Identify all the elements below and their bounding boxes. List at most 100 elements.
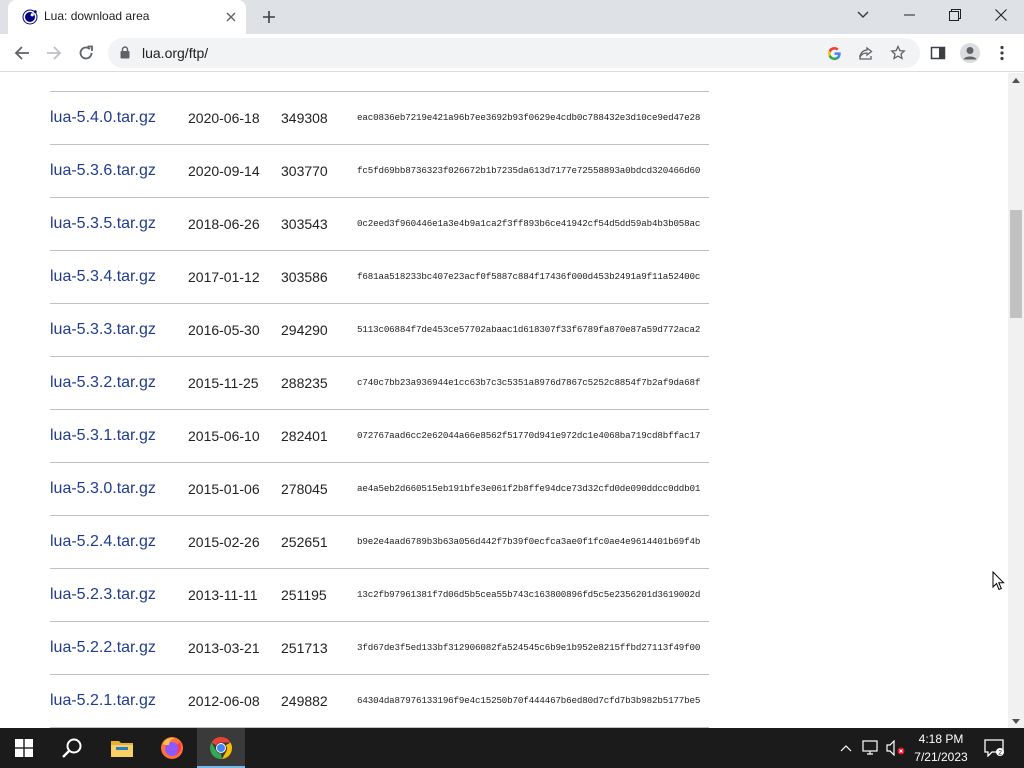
start-button[interactable] (0, 728, 48, 768)
file-name-cell: lua-5.3.4.tar.gz (50, 250, 188, 304)
file-date: 2020-06-18 (188, 91, 281, 145)
file-row: lua-5.3.4.tar.gz 2017-01-12 303586 f681aa51… (50, 250, 709, 304)
restore-button[interactable] (932, 0, 978, 30)
file-download-link[interactable]: lua-5.3.2.tar.gz (50, 374, 156, 391)
file-download-link[interactable]: lua-5.2.2.tar.gz (50, 639, 156, 656)
file-row: lua-5.4.1.tar.gz2020-09-303539654ba786c3… (50, 73, 709, 92)
menu-kebab-icon[interactable] (988, 39, 1016, 67)
new-tab-button[interactable] (258, 6, 280, 28)
file-size: 282401 (281, 409, 357, 463)
file-date: 2020-09-14 (188, 144, 281, 198)
file-date: 2016-05-30 (188, 303, 281, 357)
file-date: 2013-03-21 (188, 621, 281, 675)
file-name-cell: lua-5.3.1.tar.gz (50, 409, 188, 463)
file-row: lua-5.2.2.tar.gz 2013-03-21 251713 3fd67de3… (50, 621, 709, 675)
taskbar-clock[interactable]: 4:18 PM 7/21/2023 (908, 730, 974, 766)
scroll-up-arrow-icon[interactable] (1008, 73, 1024, 87)
lua-favicon-icon (22, 9, 38, 25)
file-date: 2015-02-26 (188, 515, 281, 569)
file-date: 2015-01-06 (188, 462, 281, 516)
firefox-icon[interactable] (148, 728, 196, 768)
file-checksum: 0c2eed3f960446e1a3e4b9a1ca2f3ff893b6ce41… (357, 197, 709, 251)
file-download-link[interactable]: lua-5.3.3.tar.gz (50, 321, 156, 338)
minimize-button[interactable] (886, 0, 932, 30)
search-icon[interactable] (48, 728, 96, 768)
file-checksum: 13c2fb97961381f7d06d5b5cea55b743c1638008… (357, 568, 709, 622)
google-icon[interactable] (825, 44, 843, 62)
mouse-cursor-icon (992, 570, 1005, 596)
tab-close-icon[interactable] (222, 8, 240, 26)
file-name-cell: lua-5.2.1.tar.gz (50, 674, 188, 728)
file-explorer-icon[interactable] (98, 728, 146, 768)
notifications-icon[interactable]: 2 (982, 728, 1006, 768)
reload-button[interactable] (72, 39, 100, 67)
page-content: lua-5.4.1.tar.gz2020-09-303539654ba786c3… (0, 73, 1008, 728)
share-icon[interactable] (857, 44, 875, 62)
file-row: lua-5.3.2.tar.gz 2015-11-25 288235 c740c7bb… (50, 356, 709, 410)
file-size: 278045 (281, 462, 357, 516)
file-size: 252651 (281, 515, 357, 569)
file-checksum: 3fd67de3f5ed133bf312906082fa524545c6b9e1… (357, 621, 709, 675)
file-name-cell: lua-5.3.6.tar.gz (50, 144, 188, 198)
file-download-link[interactable]: lua-5.3.4.tar.gz (50, 268, 156, 285)
file-download-link[interactable]: lua-5.3.5.tar.gz (50, 215, 156, 232)
file-checksum: eac0836eb7219e421a96b7ee3692b93f0629e4cd… (357, 91, 709, 145)
lock-icon[interactable] (120, 46, 130, 64)
file-date: 2015-06-10 (188, 409, 281, 463)
file-size: 249882 (281, 674, 357, 728)
file-row: lua-5.3.6.tar.gz 2020-09-14 303770 fc5fd69b… (50, 144, 709, 198)
clock-date: 7/21/2023 (914, 750, 968, 764)
file-name-cell: lua-5.3.2.tar.gz (50, 356, 188, 410)
file-name-cell: lua-5.3.0.tar.gz (50, 462, 188, 516)
url-text[interactable]: lua.org/ftp/ (142, 45, 208, 61)
tab-search-icon[interactable] (840, 0, 886, 30)
file-date: 2017-01-12 (188, 250, 281, 304)
file-name-cell: lua-5.4.1.tar.gz (50, 73, 188, 92)
chrome-taskbar-icon[interactable] (197, 728, 245, 768)
file-size: 303586 (281, 250, 357, 304)
windows-taskbar: 4:18 PM 7/21/2023 2 (0, 728, 1024, 768)
file-row: lua-5.3.3.tar.gz 2016-05-30 294290 5113c068… (50, 303, 709, 357)
tray-overflow-chevron-icon[interactable] (836, 728, 856, 768)
address-bar[interactable]: lua.org/ftp/ (108, 38, 920, 68)
side-panel-icon[interactable] (924, 39, 952, 67)
file-name-cell: lua-5.3.5.tar.gz (50, 197, 188, 251)
file-name-cell: lua-5.2.4.tar.gz (50, 515, 188, 569)
close-window-button[interactable] (978, 0, 1024, 30)
forward-button[interactable] (40, 39, 68, 67)
file-checksum: b9e2e4aad6789b3b63a056d442f7b39f0ecfca3a… (357, 515, 709, 569)
tab-strip: Lua: download area (0, 0, 1024, 34)
clock-time: 4:18 PM (918, 732, 964, 746)
file-download-link[interactable]: lua-5.2.1.tar.gz (50, 692, 156, 709)
file-row: lua-5.3.0.tar.gz 2015-01-06 278045 ae4a5eb2… (50, 462, 709, 516)
tab-title: Lua: download area (44, 9, 150, 23)
scroll-down-arrow-icon[interactable] (1008, 714, 1024, 728)
file-row: lua-5.3.1.tar.gz 2015-06-10 282401 072767aa… (50, 409, 709, 463)
scrollbar-thumb[interactable] (1010, 210, 1022, 318)
volume-muted-icon[interactable] (884, 728, 908, 768)
file-download-link[interactable]: lua-5.3.6.tar.gz (50, 162, 156, 179)
vertical-scrollbar[interactable] (1008, 73, 1024, 728)
network-icon[interactable] (860, 728, 882, 768)
file-checksum: 4ba786c3705eb9db6567af29c91a01b81f1c0ac3… (357, 73, 709, 92)
file-download-link[interactable]: lua-5.3.0.tar.gz (50, 480, 156, 497)
file-date: 2013-11-11 (188, 568, 281, 622)
file-row: lua-5.3.5.tar.gz 2018-06-26 303543 0c2eed3f… (50, 197, 709, 251)
back-button[interactable] (8, 39, 36, 67)
file-checksum: c740c7bb23a936944e1cc63b7c3c5351a8976d78… (357, 356, 709, 410)
profile-avatar-icon[interactable] (956, 39, 984, 67)
file-size: 251713 (281, 621, 357, 675)
file-download-link[interactable]: lua-5.2.4.tar.gz (50, 533, 156, 550)
file-name-cell: lua-5.4.0.tar.gz (50, 91, 188, 145)
bookmark-star-icon[interactable] (889, 44, 907, 62)
file-size: 349308 (281, 91, 357, 145)
file-download-link[interactable]: lua-5.2.3.tar.gz (50, 586, 156, 603)
file-date: 2020-09-30 (188, 73, 281, 92)
file-download-link[interactable]: lua-5.3.1.tar.gz (50, 427, 156, 444)
file-size: 303543 (281, 197, 357, 251)
file-size: 303770 (281, 144, 357, 198)
file-row: lua-5.2.1.tar.gz 2012-06-08 249882 64304da8… (50, 674, 709, 728)
file-download-link[interactable]: lua-5.4.0.tar.gz (50, 109, 156, 126)
tab-lua-download[interactable]: Lua: download area (8, 0, 246, 34)
file-checksum: ae4a5eb2d660515eb191bfe3e061f2b8ffe94dce… (357, 462, 709, 516)
